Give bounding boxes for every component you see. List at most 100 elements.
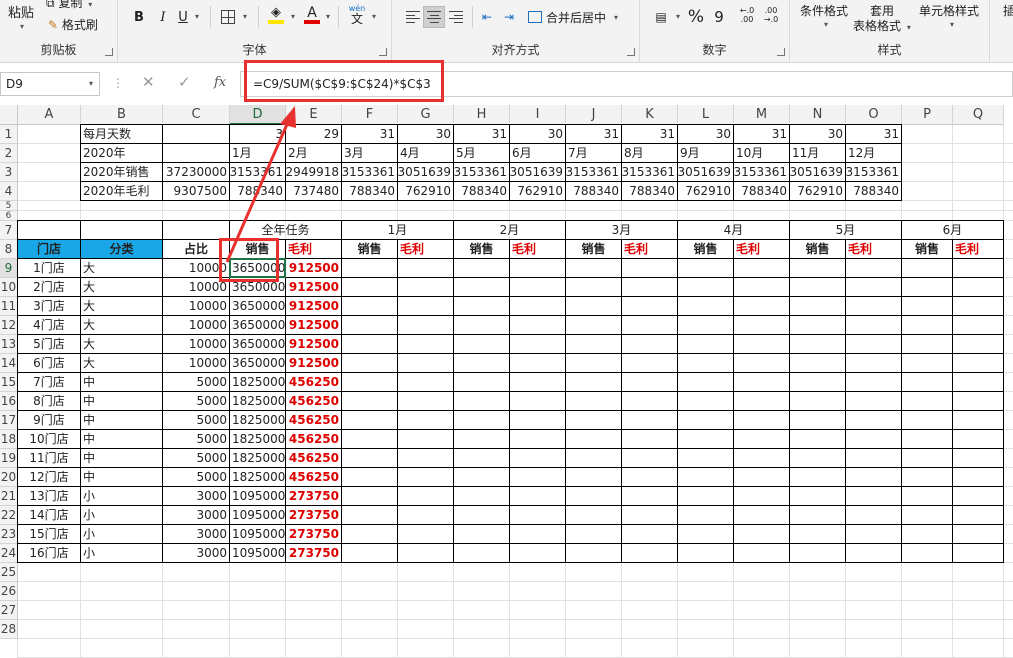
monthly-profit-cell[interactable]: 788340	[229, 181, 286, 201]
store-name-cell[interactable]: 14门店	[17, 505, 81, 525]
store-name-cell[interactable]: 8门店	[17, 391, 81, 411]
annual-sales-cell[interactable]: 1825000	[229, 467, 286, 487]
share-cell[interactable]: 3000	[162, 524, 230, 544]
monthly-sales-cell[interactable]: 3153361	[229, 162, 286, 182]
fill-color-dropdown-icon[interactable]: ▾	[291, 12, 295, 21]
month-task-header[interactable]: 1月	[341, 220, 454, 240]
monthly-sales-cell[interactable]: 3051639	[677, 162, 734, 182]
monthly-task-cell[interactable]	[565, 258, 622, 278]
monthly-profit-cell[interactable]: 762910	[397, 181, 454, 201]
share-cell[interactable]: 5000	[162, 391, 230, 411]
row-header-16[interactable]: 16	[0, 392, 18, 411]
annual-sales-cell[interactable]: 3650000	[229, 258, 286, 278]
row-header-23[interactable]: 23	[0, 525, 18, 544]
row-header-7[interactable]: 7	[0, 221, 18, 240]
monthly-task-cell[interactable]	[453, 391, 510, 411]
row-header-21[interactable]: 21	[0, 487, 18, 506]
annual-profit-cell[interactable]: 273750	[285, 524, 342, 544]
month-task-header[interactable]: 4月	[677, 220, 790, 240]
share-cell[interactable]: 10000	[162, 353, 230, 373]
currency-dropdown-icon[interactable]: ▾	[676, 12, 680, 21]
monthly-task-cell[interactable]	[565, 467, 622, 487]
monthly-task-cell[interactable]	[901, 505, 953, 525]
monthly-task-cell[interactable]	[789, 543, 846, 563]
monthly-task-cell[interactable]	[565, 315, 622, 335]
days-cell[interactable]: 30	[509, 124, 566, 144]
row-header-27[interactable]: 27	[0, 601, 18, 620]
monthly-task-cell[interactable]	[621, 448, 678, 468]
monthly-task-cell[interactable]	[621, 505, 678, 525]
monthly-task-cell[interactable]	[677, 486, 734, 506]
store-name-cell[interactable]: 3门店	[17, 296, 81, 316]
annual-sales-cell[interactable]: 3650000	[229, 334, 286, 354]
sales-total-cell[interactable]: 37230000	[162, 162, 230, 182]
month-cell[interactable]: 4月	[397, 143, 454, 163]
row-header-4[interactable]: 4	[0, 182, 18, 201]
font-color-button[interactable]: A	[302, 4, 322, 26]
annual-sales-cell[interactable]: 1095000	[229, 543, 286, 563]
monthly-task-cell[interactable]	[733, 448, 790, 468]
name-box-dropdown-icon[interactable]: ▾	[89, 73, 93, 95]
monthly-task-cell[interactable]	[845, 315, 902, 335]
monthly-task-cell[interactable]	[397, 524, 454, 544]
category-cell[interactable]: 中	[80, 448, 163, 468]
monthly-task-cell[interactable]	[789, 334, 846, 354]
paste-button[interactable]: 粘贴	[8, 2, 34, 21]
days-cell[interactable]: 31	[565, 124, 622, 144]
monthly-task-cell[interactable]	[509, 524, 566, 544]
monthly-sales-cell[interactable]: 3051639	[509, 162, 566, 182]
row-header-2[interactable]: 2	[0, 144, 18, 163]
store-name-cell[interactable]: 1门店	[17, 258, 81, 278]
annual-profit-cell[interactable]: 273750	[285, 486, 342, 506]
merge-dropdown-icon[interactable]: ▾	[614, 13, 618, 22]
monthly-task-cell[interactable]	[509, 277, 566, 297]
row-header-18[interactable]: 18	[0, 430, 18, 449]
monthly-task-cell[interactable]	[453, 258, 510, 278]
monthly-task-cell[interactable]	[677, 505, 734, 525]
monthly-task-cell[interactable]	[952, 410, 1004, 430]
monthly-task-cell[interactable]	[789, 277, 846, 297]
alignment-launcher-icon[interactable]	[627, 48, 635, 56]
monthly-task-cell[interactable]	[845, 543, 902, 563]
monthly-task-cell[interactable]	[677, 334, 734, 354]
month-cell[interactable]: 2月	[285, 143, 342, 163]
monthly-task-cell[interactable]	[845, 334, 902, 354]
monthly-task-cell[interactable]	[901, 277, 953, 297]
column-header-d[interactable]: D	[230, 105, 286, 125]
underline-dropdown-icon[interactable]: ▾	[195, 12, 199, 21]
row-header-20[interactable]: 20	[0, 468, 18, 487]
monthly-task-cell[interactable]	[341, 505, 398, 525]
monthly-task-cell[interactable]	[901, 334, 953, 354]
monthly-task-cell[interactable]	[901, 467, 953, 487]
monthly-task-cell[interactable]	[621, 296, 678, 316]
annual-profit-cell[interactable]: 456250	[285, 448, 342, 468]
share-cell[interactable]: 10000	[162, 258, 230, 278]
category-cell[interactable]: 大	[80, 315, 163, 335]
profit-header[interactable]: 毛利	[397, 239, 454, 259]
profit-total-cell[interactable]: 9307500	[162, 181, 230, 201]
monthly-task-cell[interactable]	[789, 258, 846, 278]
share-cell[interactable]: 5000	[162, 448, 230, 468]
row-header-11[interactable]: 11	[0, 297, 18, 316]
monthly-task-cell[interactable]	[845, 524, 902, 544]
monthly-task-cell[interactable]	[789, 429, 846, 449]
column-header-e[interactable]: E	[286, 105, 342, 125]
blank-header-cell[interactable]	[162, 220, 230, 240]
monthly-task-cell[interactable]	[901, 524, 953, 544]
monthly-task-cell[interactable]	[789, 391, 846, 411]
monthly-task-cell[interactable]	[845, 448, 902, 468]
monthly-task-cell[interactable]	[453, 334, 510, 354]
row-header-25[interactable]: 25	[0, 563, 18, 582]
monthly-task-cell[interactable]	[677, 391, 734, 411]
monthly-task-cell[interactable]	[621, 353, 678, 373]
monthly-task-cell[interactable]	[565, 296, 622, 316]
monthly-task-cell[interactable]	[565, 391, 622, 411]
profit-header[interactable]: 毛利	[285, 239, 342, 259]
monthly-task-cell[interactable]	[453, 277, 510, 297]
monthly-task-cell[interactable]	[901, 372, 953, 392]
paste-dropdown-icon[interactable]: ▾	[20, 22, 24, 31]
year-blank-cell[interactable]	[162, 143, 230, 163]
monthly-task-cell[interactable]	[621, 524, 678, 544]
column-header-q[interactable]: Q	[953, 105, 1004, 125]
monthly-task-cell[interactable]	[565, 486, 622, 506]
